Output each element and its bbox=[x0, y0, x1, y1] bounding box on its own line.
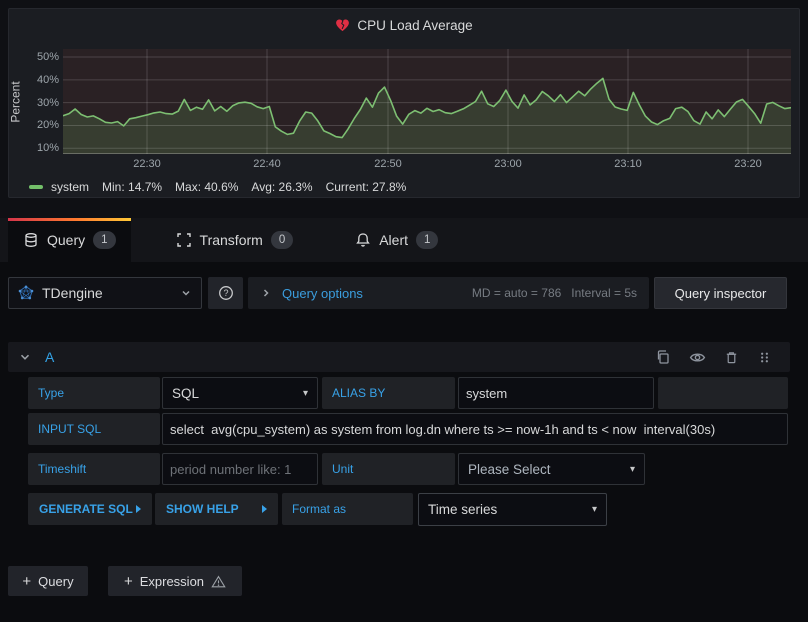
question-circle-icon: ? bbox=[218, 285, 234, 301]
trash-icon bbox=[724, 350, 739, 365]
panel-title: CPU Load Average bbox=[357, 18, 472, 33]
transform-icon bbox=[176, 232, 192, 248]
tab-alert-label: Alert bbox=[379, 232, 408, 248]
bell-icon bbox=[355, 232, 371, 248]
add-query-label: Query bbox=[38, 574, 73, 589]
tab-query[interactable]: Query 1 bbox=[8, 218, 131, 262]
y-axis-label: Percent bbox=[6, 49, 26, 154]
type-label: Type bbox=[28, 377, 160, 409]
tab-alert[interactable]: Alert 1 bbox=[340, 218, 453, 262]
query-inspector-button[interactable]: Query inspector bbox=[654, 277, 787, 309]
format-as-label: Format as bbox=[282, 493, 413, 525]
delete-query-button[interactable] bbox=[724, 350, 739, 365]
type-select[interactable]: SQL ▾ bbox=[162, 377, 318, 409]
y-tick-label: 40% bbox=[37, 74, 59, 86]
add-query-button[interactable]: + Query bbox=[8, 566, 88, 596]
unit-select[interactable]: Please Select ▾ bbox=[458, 453, 645, 485]
plus-icon: + bbox=[22, 574, 31, 589]
chevron-down-icon bbox=[180, 287, 192, 299]
legend-stat-max: Max: 40.6% bbox=[175, 180, 238, 194]
chevron-right-icon bbox=[260, 287, 272, 299]
tab-query-label: Query bbox=[47, 232, 85, 248]
alert-heart-icon bbox=[335, 18, 350, 33]
query-ref-id: A bbox=[45, 349, 54, 365]
database-icon bbox=[23, 232, 39, 248]
generate-sql-button[interactable]: GENERATE SQL bbox=[28, 493, 152, 525]
y-tick-label: 50% bbox=[37, 51, 59, 63]
time-series-chart bbox=[63, 49, 791, 154]
toggle-visibility-button[interactable] bbox=[689, 349, 706, 366]
chart-legend: system Min: 14.7% Max: 40.6% Avg: 26.3% … bbox=[29, 178, 406, 196]
collapse-chevron-icon[interactable] bbox=[18, 350, 32, 364]
query-row-header[interactable]: A bbox=[8, 342, 790, 372]
x-tick-label: 22:50 bbox=[374, 158, 402, 170]
editor-tabbar: Query 1 Transform 0 Alert 1 bbox=[0, 218, 808, 262]
format-as-value: Time series bbox=[428, 502, 497, 517]
timeshift-input[interactable] bbox=[162, 453, 318, 485]
timeshift-label: Timeshift bbox=[28, 453, 160, 485]
copy-icon bbox=[655, 349, 671, 365]
form-filler bbox=[658, 377, 788, 409]
query-options-bar[interactable]: Query options MD = auto = 786 Interval =… bbox=[248, 277, 649, 309]
datasource-help-button[interactable]: ? bbox=[208, 277, 243, 309]
input-sql-field[interactable] bbox=[162, 413, 788, 445]
y-axis-ticks: 50% 40% 30% 20% 10% bbox=[25, 49, 59, 154]
panel-header[interactable]: CPU Load Average bbox=[9, 9, 799, 41]
add-expression-button[interactable]: + Expression bbox=[108, 566, 242, 596]
chart-plot-area[interactable] bbox=[63, 49, 791, 154]
x-tick-label: 22:30 bbox=[133, 158, 161, 170]
tab-transform-label: Transform bbox=[200, 232, 263, 248]
query-options-label: Query options bbox=[282, 286, 363, 301]
tdengine-logo-icon bbox=[18, 285, 34, 301]
legend-stat-min: Min: 14.7% bbox=[102, 180, 162, 194]
tab-query-count: 1 bbox=[93, 231, 115, 249]
generate-sql-label: GENERATE SQL bbox=[39, 502, 133, 516]
unit-label: Unit bbox=[322, 453, 455, 485]
alias-by-label: ALIAS BY bbox=[322, 377, 455, 409]
max-data-points-text: MD = auto = 786 bbox=[472, 286, 561, 300]
drag-dots-icon bbox=[757, 350, 772, 365]
legend-stat-current: Current: 27.8% bbox=[326, 180, 407, 194]
x-tick-label: 22:40 bbox=[253, 158, 281, 170]
arrow-right-icon bbox=[136, 505, 141, 513]
unit-select-placeholder: Please Select bbox=[468, 462, 551, 477]
input-sql-label: INPUT SQL bbox=[28, 413, 160, 445]
drag-handle[interactable] bbox=[757, 350, 772, 365]
select-caret-icon: ▾ bbox=[592, 504, 597, 515]
y-tick-label: 20% bbox=[37, 119, 59, 131]
select-caret-icon: ▾ bbox=[303, 388, 308, 399]
tab-alert-count: 1 bbox=[416, 231, 438, 249]
format-as-select[interactable]: Time series ▾ bbox=[418, 493, 607, 526]
arrow-right-icon bbox=[262, 505, 267, 513]
type-select-value: SQL bbox=[172, 386, 199, 401]
legend-series-name[interactable]: system bbox=[51, 180, 89, 194]
x-axis-ticks: 22:30 22:40 22:50 23:00 23:10 23:20 bbox=[63, 158, 791, 172]
svg-text:?: ? bbox=[223, 288, 228, 298]
y-tick-label: 10% bbox=[37, 142, 59, 154]
y-tick-label: 30% bbox=[37, 97, 59, 109]
legend-stat-avg: Avg: 26.3% bbox=[251, 180, 312, 194]
duplicate-query-button[interactable] bbox=[655, 349, 671, 365]
show-help-label: SHOW HELP bbox=[166, 502, 239, 516]
warning-triangle-icon bbox=[211, 574, 226, 589]
select-caret-icon: ▾ bbox=[630, 464, 635, 475]
alias-input[interactable] bbox=[458, 377, 654, 409]
cpu-load-panel: CPU Load Average Percent 50% 40% 30% 20% 10%… bbox=[8, 8, 800, 198]
add-expression-label: Expression bbox=[140, 574, 204, 589]
plus-icon: + bbox=[124, 574, 133, 589]
datasource-name: TDengine bbox=[42, 285, 172, 301]
datasource-picker[interactable]: TDengine bbox=[8, 277, 202, 309]
query-row-actions bbox=[655, 349, 780, 366]
interval-text: Interval = 5s bbox=[571, 286, 637, 300]
x-tick-label: 23:10 bbox=[614, 158, 642, 170]
tab-transform-count: 0 bbox=[271, 231, 293, 249]
x-tick-label: 23:00 bbox=[494, 158, 522, 170]
eye-icon bbox=[689, 349, 706, 366]
legend-color-marker bbox=[29, 185, 43, 189]
show-help-button[interactable]: SHOW HELP bbox=[155, 493, 278, 525]
x-tick-label: 23:20 bbox=[734, 158, 762, 170]
tab-transform[interactable]: Transform 0 bbox=[161, 218, 309, 262]
